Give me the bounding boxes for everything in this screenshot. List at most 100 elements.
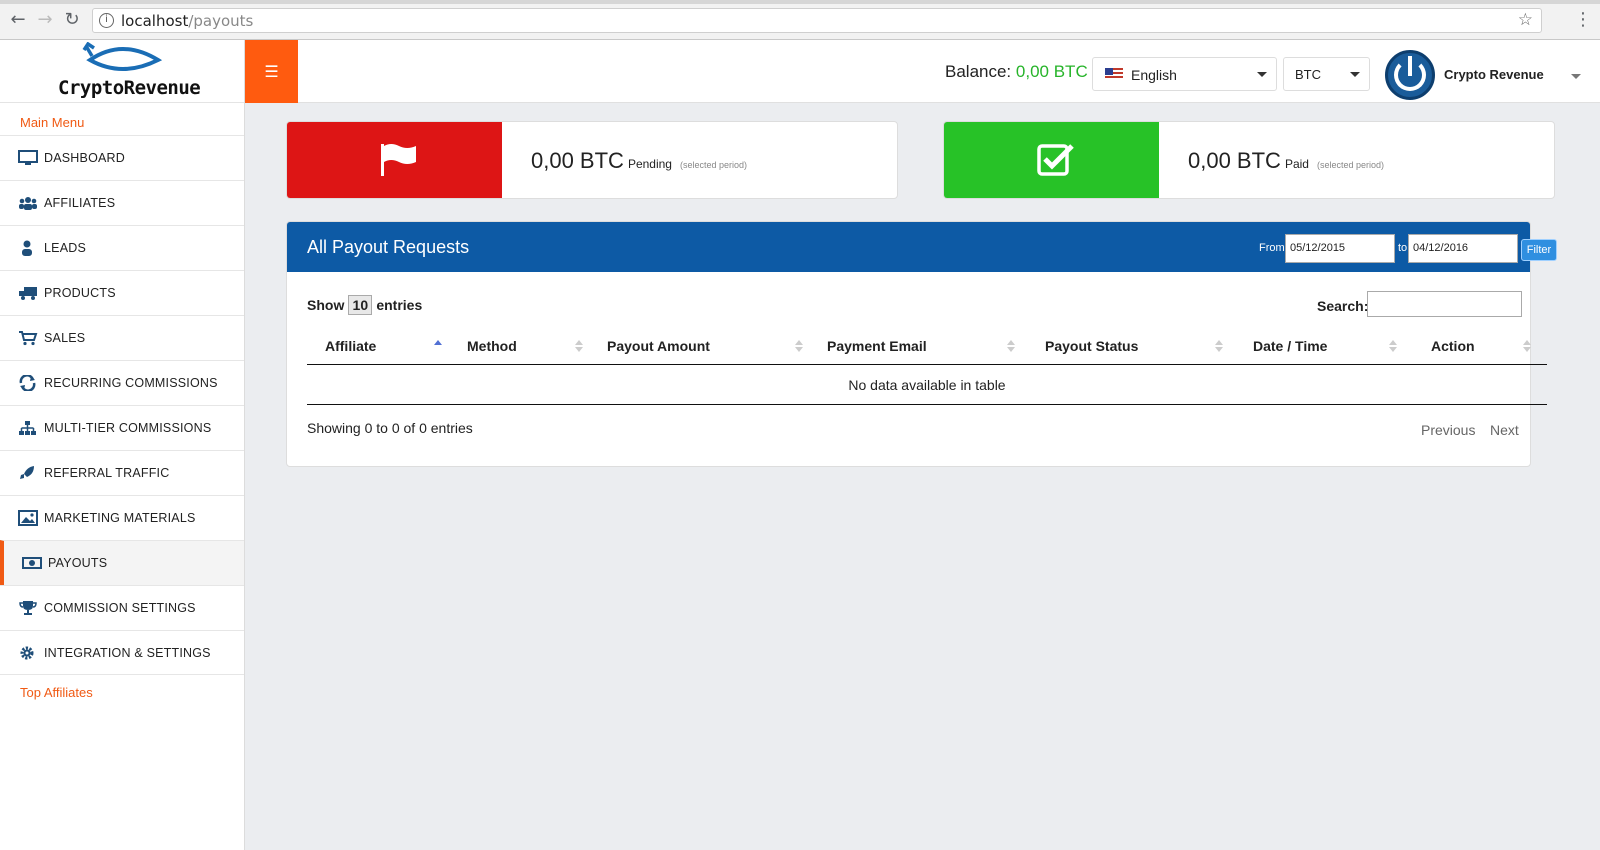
top-bar: ☰ Balance: 0,00 BTC English BTC Crypto R… xyxy=(245,40,1600,103)
rocket-icon xyxy=(20,466,34,479)
column-header-action[interactable]: Action xyxy=(1431,327,1475,365)
panel-header: All Payout Requests From 05/12/2015 to 0… xyxy=(287,222,1557,272)
balance-label: Balance: xyxy=(945,62,1012,81)
user-icon xyxy=(22,240,32,256)
sidebar-item-label: MARKETING MATERIALS xyxy=(44,511,196,525)
pending-label: Pending xyxy=(627,157,672,171)
pending-period: (selected period) xyxy=(679,160,748,170)
us-flag-icon xyxy=(1105,68,1123,80)
sidebar-item-label: RECURRING COMMISSIONS xyxy=(44,376,218,390)
sidebar-item-label: LEADS xyxy=(44,241,86,255)
table-header: Affiliate Method Payout Amount Payment E… xyxy=(307,327,1547,365)
money-icon xyxy=(22,557,42,569)
to-label: to xyxy=(1398,242,1408,254)
sidebar-item-multi-tier-commissions[interactable]: MULTI-TIER COMMISSIONS xyxy=(0,405,244,450)
sidebar-item-affiliates[interactable]: AFFILIATES xyxy=(0,180,244,225)
search-input[interactable] xyxy=(1367,291,1522,317)
from-date-input[interactable]: 05/12/2015 xyxy=(1285,234,1395,263)
bookmark-star-icon[interactable]: ☆ xyxy=(1518,10,1533,30)
column-label: Affiliate xyxy=(325,338,377,354)
hamburger-menu-icon[interactable]: ☰ xyxy=(245,40,298,103)
truck-icon xyxy=(19,287,37,300)
info-icon[interactable]: i xyxy=(99,13,114,28)
browser-menu-icon[interactable]: ⋮ xyxy=(1574,9,1592,30)
sidebar: CryptoRevenue Main Menu DASHBOARD AFFILI… xyxy=(0,40,245,850)
user-menu[interactable]: Crypto Revenue xyxy=(1444,67,1544,82)
sidebar-item-referral-traffic[interactable]: REFERRAL TRAFFIC xyxy=(0,450,244,495)
paid-period: (selected period) xyxy=(1316,160,1385,170)
column-header-date-time[interactable]: Date / Time xyxy=(1253,327,1327,365)
sidebar-item-payouts[interactable]: PAYOUTS xyxy=(0,540,244,585)
column-label: Payment Email xyxy=(827,338,927,354)
sort-icon[interactable] xyxy=(1389,340,1397,352)
reload-icon[interactable]: ↻ xyxy=(62,10,82,30)
table-info: Showing 0 to 0 of 0 entries xyxy=(307,420,473,436)
sort-icon[interactable] xyxy=(575,340,583,352)
sidebar-item-recurring-commissions[interactable]: RECURRING COMMISSIONS xyxy=(0,360,244,405)
pending-value: 0,00 BTC xyxy=(531,148,624,173)
sidebar-item-leads[interactable]: LEADS xyxy=(0,225,244,270)
paid-value: 0,00 BTC xyxy=(1188,148,1281,173)
language-value: English xyxy=(1131,67,1177,83)
main-menu-heading: Main Menu xyxy=(20,115,85,130)
entries-label: entries xyxy=(376,297,423,313)
currency-value: BTC xyxy=(1295,67,1321,82)
user-menu-chevron-icon[interactable] xyxy=(1571,74,1581,79)
sidebar-item-commission-settings[interactable]: COMMISSION SETTINGS xyxy=(0,585,244,630)
cart-icon xyxy=(19,331,38,346)
checkbox-checked-icon xyxy=(1037,144,1074,176)
column-header-payout-amount[interactable]: Payout Amount xyxy=(607,327,710,365)
address-bar[interactable]: i localhost/payouts ☆ xyxy=(92,8,1542,33)
sidebar-item-label: DASHBOARD xyxy=(44,151,125,165)
sort-icon[interactable] xyxy=(1007,340,1015,352)
users-icon xyxy=(19,197,37,210)
trophy-icon xyxy=(19,601,37,615)
main-menu: DASHBOARD AFFILIATES LEADS PRODUCTS SALE… xyxy=(0,135,244,675)
column-header-payment-email[interactable]: Payment Email xyxy=(827,327,927,365)
paid-card: 0,00 BTC Paid (selected period) xyxy=(943,121,1555,199)
sort-icon[interactable] xyxy=(1523,340,1531,352)
sidebar-item-label: AFFILIATES xyxy=(44,196,116,210)
page-length-select[interactable]: 10 xyxy=(348,295,373,315)
currency-select[interactable]: BTC xyxy=(1283,57,1370,91)
monitor-icon xyxy=(18,150,38,165)
sidebar-item-marketing-materials[interactable]: MARKETING MATERIALS xyxy=(0,495,244,540)
to-date-input[interactable]: 04/12/2016 xyxy=(1408,234,1518,263)
column-label: Method xyxy=(467,338,517,354)
pending-card: 0,00 BTC Pending (selected period) xyxy=(286,121,898,199)
back-icon[interactable]: ← xyxy=(8,10,28,30)
previous-page-button[interactable]: Previous xyxy=(1421,422,1475,438)
sort-asc-icon[interactable] xyxy=(434,340,442,352)
show-entries: Show 10 entries xyxy=(307,295,422,315)
search-label: Search: xyxy=(1317,298,1369,314)
column-label: Action xyxy=(1431,338,1475,354)
sidebar-item-sales[interactable]: SALES xyxy=(0,315,244,360)
sort-icon[interactable] xyxy=(795,340,803,352)
url-text: localhost/payouts xyxy=(121,12,253,30)
forward-icon[interactable]: → xyxy=(35,10,55,30)
flag-icon xyxy=(381,144,416,176)
sidebar-item-products[interactable]: PRODUCTS xyxy=(0,270,244,315)
avatar[interactable] xyxy=(1385,50,1435,100)
column-header-affiliate[interactable]: Affiliate xyxy=(325,327,376,365)
refresh-icon xyxy=(19,375,36,391)
sidebar-item-dashboard[interactable]: DASHBOARD xyxy=(0,135,244,180)
logo-fish-icon xyxy=(82,42,162,71)
next-page-button[interactable]: Next xyxy=(1490,422,1519,438)
chevron-down-icon xyxy=(1257,72,1267,77)
gear-icon xyxy=(20,646,34,659)
browser-toolbar: ← → ↻ i localhost/payouts ☆ ⋮ xyxy=(0,0,1600,40)
column-header-method[interactable]: Method xyxy=(467,327,517,365)
column-header-payout-status[interactable]: Payout Status xyxy=(1045,327,1138,365)
filter-button[interactable]: Filter xyxy=(1521,239,1557,261)
language-select[interactable]: English xyxy=(1092,57,1277,91)
balance-value: 0,00 BTC xyxy=(1015,62,1088,81)
sidebar-item-integration-settings[interactable]: INTEGRATION & SETTINGS xyxy=(0,630,244,675)
logo[interactable]: CryptoRevenue xyxy=(0,40,244,103)
url-host: localhost xyxy=(121,12,189,30)
sidebar-item-label: MULTI-TIER COMMISSIONS xyxy=(44,421,212,435)
from-label: From xyxy=(1259,242,1285,254)
show-label: Show xyxy=(307,297,345,313)
sort-icon[interactable] xyxy=(1215,340,1223,352)
empty-table-message: No data available in table xyxy=(307,367,1547,405)
